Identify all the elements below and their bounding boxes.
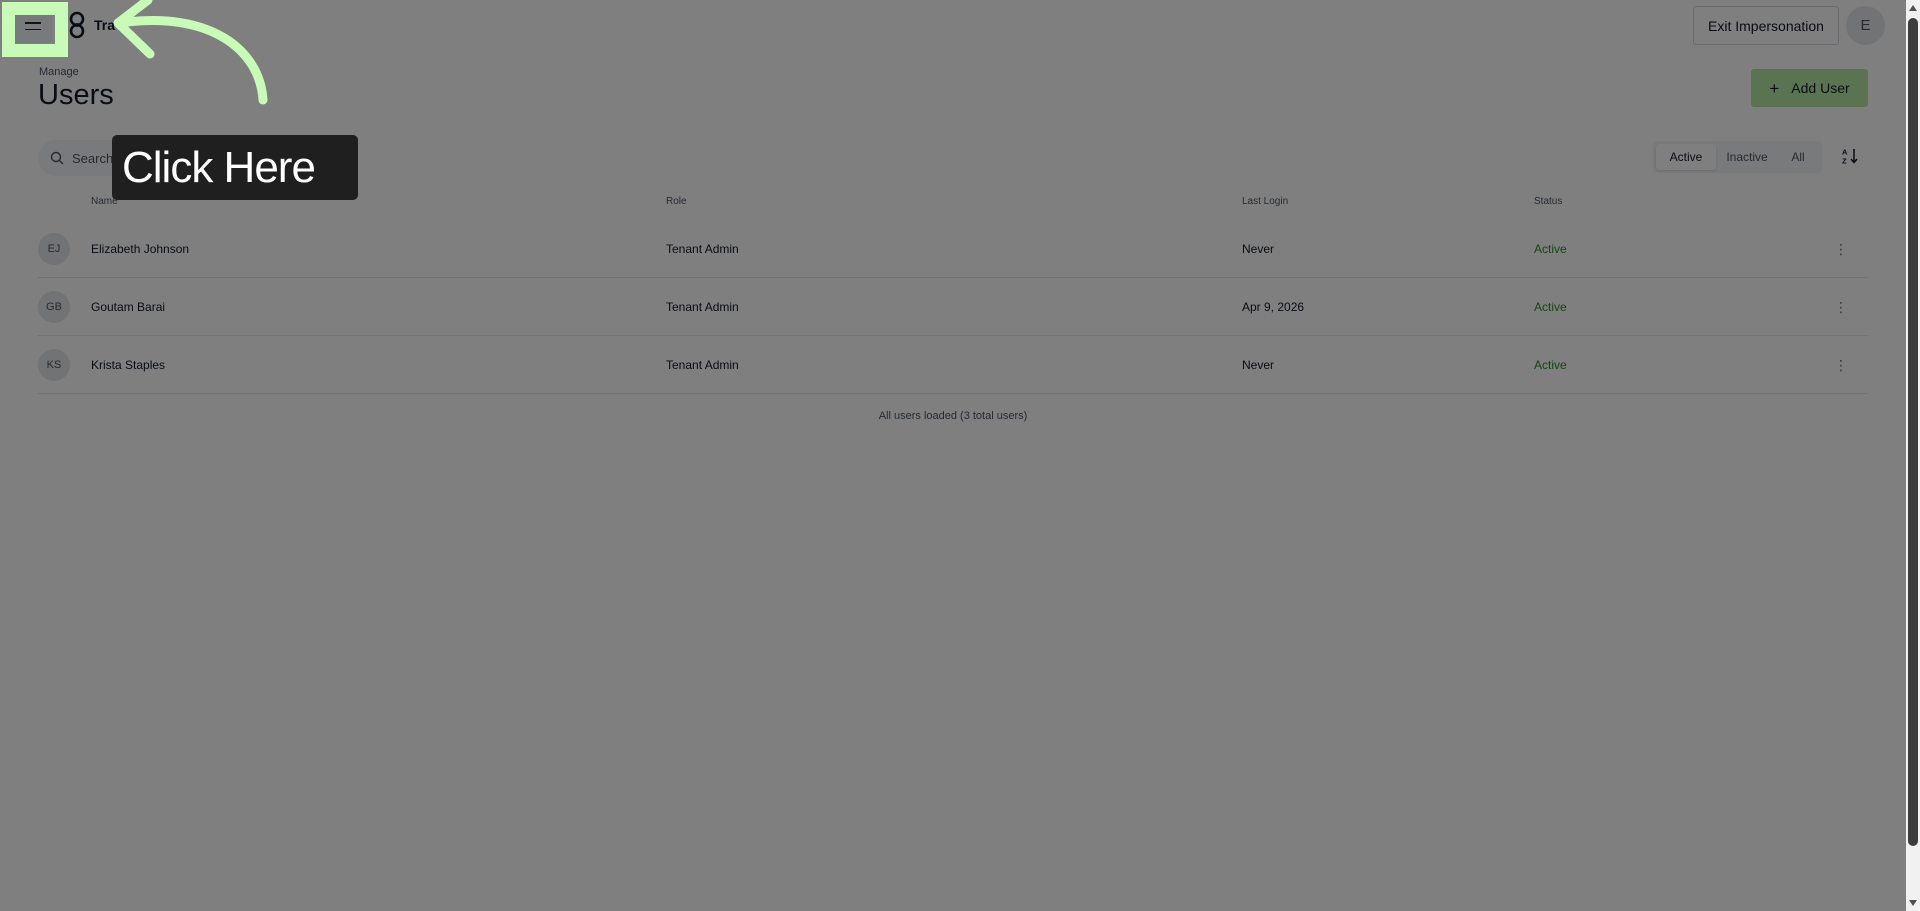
vertical-scrollbar[interactable]	[1906, 0, 1920, 911]
sort-button[interactable]: A Z	[1836, 142, 1864, 170]
row-avatar: EJ	[38, 233, 70, 265]
tutorial-highlight-box[interactable]	[2, 2, 68, 57]
scrollbar-thumb[interactable]	[1908, 18, 1918, 846]
row-last-login: Never	[1242, 242, 1275, 256]
row-more-icon[interactable]: ⋮	[1834, 336, 1848, 394]
page-overline: Manage	[39, 66, 79, 78]
row-name: Elizabeth Johnson	[91, 242, 190, 256]
add-user-label: Add User	[1791, 80, 1850, 96]
row-avatar: KS	[38, 349, 70, 381]
table-row[interactable]: GB Goutam Barai Tenant Admin Apr 9, 2026…	[38, 278, 1868, 336]
column-header-last-login[interactable]: Last Login	[1242, 196, 1288, 207]
table-row[interactable]: KS Krista Staples Tenant Admin Never Act…	[38, 336, 1868, 394]
row-last-login: Never	[1242, 358, 1275, 372]
row-more-icon[interactable]: ⋮	[1834, 220, 1848, 278]
filter-active-tab[interactable]: Active	[1656, 144, 1716, 170]
top-bar: Tra Exit Impersonation E	[0, 0, 1906, 50]
user-avatar[interactable]: E	[1846, 6, 1885, 45]
sort-az-icon: A Z	[1842, 148, 1858, 166]
scroll-up-icon[interactable]	[1909, 5, 1917, 11]
status-filter: Active Inactive All	[1653, 141, 1822, 173]
row-more-icon[interactable]: ⋮	[1834, 278, 1848, 336]
row-role: Tenant Admin	[666, 358, 739, 372]
row-last-login: Apr 9, 2026	[1242, 300, 1305, 314]
row-status-badge: Active	[1534, 242, 1567, 256]
table-footer-note: All users loaded (3 total users)	[878, 410, 1028, 422]
plus-icon: +	[1769, 78, 1780, 98]
row-name: Krista Staples	[91, 358, 166, 372]
filter-inactive-tab[interactable]: Inactive	[1716, 144, 1778, 170]
row-role: Tenant Admin	[666, 242, 739, 256]
column-header-role[interactable]: Role	[666, 196, 687, 207]
filter-all-tab[interactable]: All	[1778, 144, 1818, 170]
add-user-button[interactable]: + Add User	[1751, 69, 1868, 107]
tutorial-tooltip: Click Here	[112, 135, 358, 200]
row-status-badge: Active	[1534, 300, 1567, 314]
row-role: Tenant Admin	[666, 300, 739, 314]
exit-impersonation-button[interactable]: Exit Impersonation	[1693, 6, 1839, 45]
svg-text:Z: Z	[1842, 157, 1847, 166]
row-name: Goutam Barai	[91, 300, 166, 314]
table-row[interactable]: EJ Elizabeth Johnson Tenant Admin Never …	[38, 220, 1868, 278]
row-avatar: GB	[38, 291, 70, 323]
column-header-status[interactable]: Status	[1534, 196, 1562, 207]
scroll-down-icon[interactable]	[1909, 900, 1917, 906]
row-status-badge: Active	[1534, 358, 1567, 372]
search-icon	[50, 151, 64, 165]
tutorial-arrow-icon	[113, 0, 268, 105]
svg-text:A: A	[1842, 148, 1848, 157]
